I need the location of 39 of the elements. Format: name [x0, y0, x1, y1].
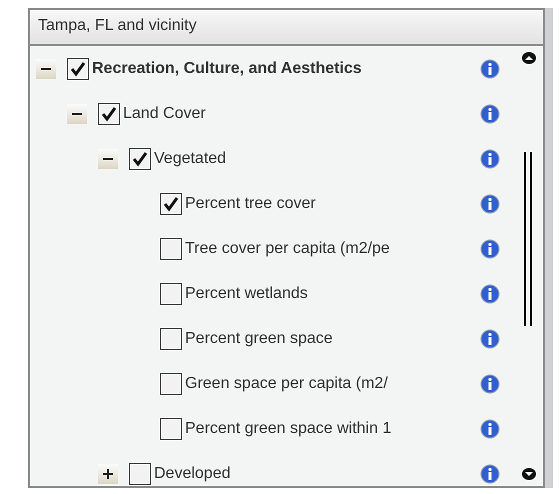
tree-item-label[interactable]: Percent wetlands: [185, 282, 308, 306]
collapse-button[interactable]: [98, 148, 118, 168]
tree-item-label[interactable]: Recreation, Culture, and Aesthetics: [92, 56, 362, 80]
expand-button[interactable]: [98, 464, 118, 484]
info-icon[interactable]: [480, 59, 500, 79]
info-icon[interactable]: [480, 419, 500, 439]
panel-title: Tampa, FL and vicinity: [30, 10, 543, 46]
info-icon[interactable]: [480, 104, 500, 124]
plus-icon: [102, 468, 114, 480]
info-icon[interactable]: [480, 194, 500, 214]
checkbox[interactable]: [160, 372, 182, 394]
tree-item-label[interactable]: Tree cover per capita (m2/pe: [185, 236, 390, 260]
tree-item-label[interactable]: Green space per capita (m2/: [185, 372, 388, 396]
checkbox[interactable]: [160, 328, 182, 350]
info-icon[interactable]: [480, 149, 500, 169]
checkbox[interactable]: [160, 282, 182, 304]
info-icon[interactable]: [480, 239, 500, 259]
tree-item-label[interactable]: Developed: [154, 462, 230, 486]
checkbox[interactable]: [160, 418, 182, 440]
scrollbar-thumb[interactable]: [524, 152, 532, 326]
tree-item-label[interactable]: Land Cover: [123, 102, 206, 126]
info-icon[interactable]: [480, 284, 500, 304]
tree-item-label[interactable]: Percent green space: [185, 326, 333, 350]
scroll-down-icon[interactable]: [522, 468, 536, 480]
collapse-button[interactable]: [67, 104, 87, 124]
info-icon[interactable]: [480, 374, 500, 394]
collapse-button[interactable]: [36, 58, 56, 78]
info-icon[interactable]: [480, 329, 500, 349]
info-icon[interactable]: [480, 464, 500, 484]
tree-item-label[interactable]: Vegetated: [154, 146, 226, 170]
checkbox[interactable]: [129, 462, 151, 484]
checkbox[interactable]: [129, 148, 151, 170]
checkbox[interactable]: [160, 192, 182, 214]
tree-item-label[interactable]: Percent green space within 1: [185, 416, 392, 440]
checkbox[interactable]: [160, 238, 182, 260]
checkbox[interactable]: [98, 102, 120, 124]
scroll-up-icon[interactable]: [522, 52, 536, 64]
tree-item-label[interactable]: Percent tree cover: [185, 192, 316, 216]
checkbox[interactable]: [67, 58, 89, 80]
